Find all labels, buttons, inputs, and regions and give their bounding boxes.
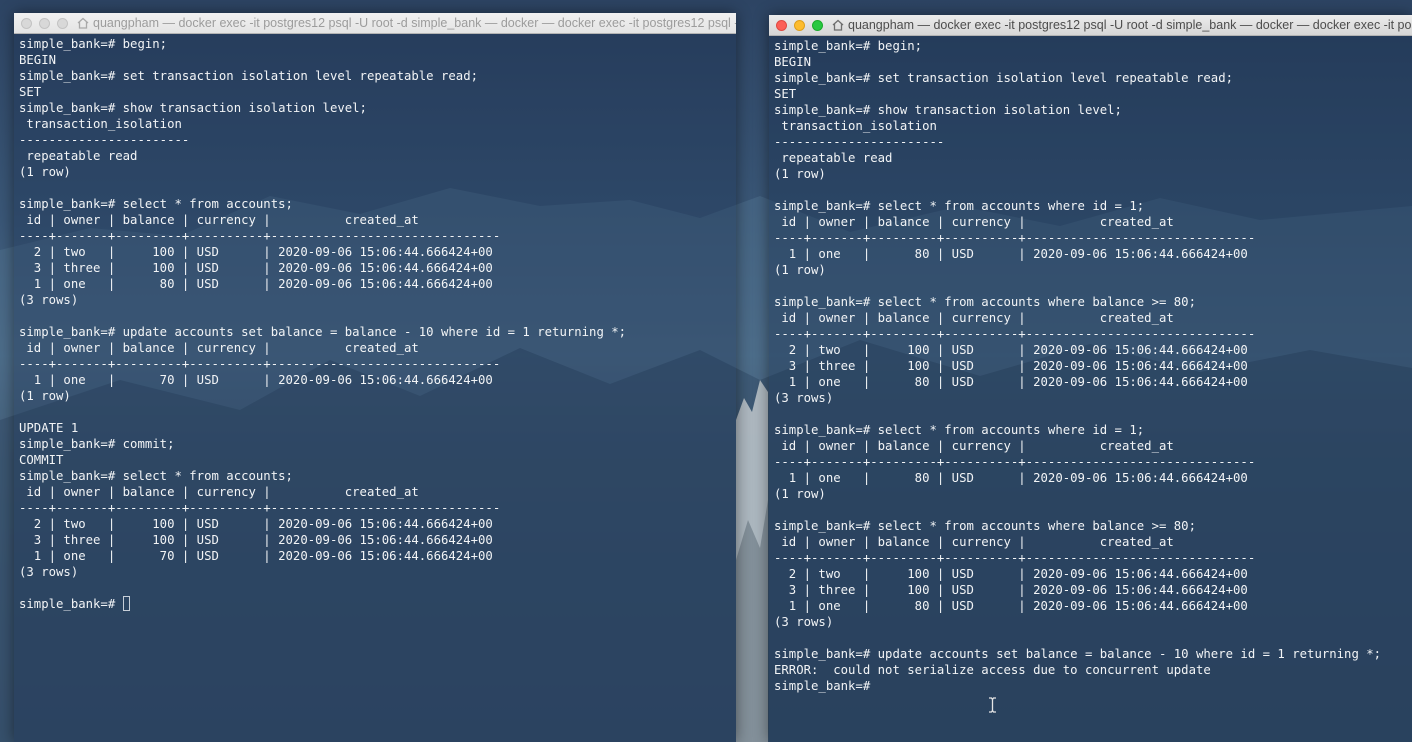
terminal-line: (1 row) [19, 389, 71, 403]
terminal-output[interactable]: simple_bank=# begin; BEGIN simple_bank=# s… [769, 36, 1412, 742]
left-terminal-window[interactable]: quangpham — docker exec -it postgres12 p… [14, 13, 736, 742]
terminal-line: 2 | two | 100 | USD | 2020-09-06 15:06:4… [774, 567, 1248, 581]
terminal-line: 1 | one | 80 | USD | 2020-09-06 15:06:44… [774, 471, 1248, 485]
terminal-line: repeatable read [774, 151, 893, 165]
terminal-line: simple_bank=# begin; [19, 37, 168, 51]
terminal-line: ----+-------+---------+----------+------… [19, 229, 501, 243]
terminal-line: simple_bank=# select * from accounts; [19, 469, 293, 483]
terminal-line: simple_bank=# show transaction isolation… [774, 103, 1122, 117]
terminal-line: simple_bank=# set transaction isolation … [774, 71, 1234, 85]
home-folder-icon [832, 19, 844, 31]
terminal-line: simple_bank=# update accounts set balanc… [774, 647, 1382, 661]
terminal-line: simple_bank=# select * from accounts whe… [774, 519, 1196, 533]
terminal-line: BEGIN [774, 55, 812, 69]
terminal-line: (1 row) [19, 165, 71, 179]
terminal-line: id | owner | balance | currency | create… [19, 213, 419, 227]
terminal-line: 2 | two | 100 | USD | 2020-09-06 15:06:4… [774, 343, 1248, 357]
terminal-line: SET [774, 87, 797, 101]
psql-prompt: simple_bank=# [774, 679, 878, 693]
terminal-line: transaction_isolation [19, 117, 182, 131]
close-button[interactable] [21, 17, 32, 29]
terminal-line: ----+-------+---------+----------+------… [19, 357, 501, 371]
text-cursor-ibeam-icon [988, 697, 997, 713]
terminal-line: 3 | three | 100 | USD | 2020-09-06 15:06… [19, 533, 493, 547]
terminal-line: 3 | three | 100 | USD | 2020-09-06 15:06… [19, 261, 493, 275]
terminal-line: 3 | three | 100 | USD | 2020-09-06 15:06… [774, 583, 1248, 597]
close-button[interactable] [776, 19, 787, 31]
terminal-line: ERROR: could not serialize access due to… [774, 663, 1211, 677]
terminal-line: id | owner | balance | currency | create… [774, 215, 1174, 229]
terminal-line: 1 | one | 70 | USD | 2020-09-06 15:06:44… [19, 373, 493, 387]
terminal-line: simple_bank=# begin; [774, 39, 923, 53]
zoom-button[interactable] [812, 19, 823, 31]
terminal-line: simple_bank=# select * from accounts whe… [774, 295, 1196, 309]
terminal-line: ----------------------- [19, 133, 190, 147]
terminal-line: id | owner | balance | currency | create… [19, 341, 419, 355]
terminal-line: 1 | one | 80 | USD | 2020-09-06 15:06:44… [774, 247, 1248, 261]
terminal-line: simple_bank=# update accounts set balanc… [19, 325, 627, 339]
terminal-line: ----+-------+---------+----------+------… [774, 231, 1256, 245]
terminal-line: id | owner | balance | currency | create… [19, 485, 419, 499]
right-terminal-window[interactable]: quangpham — docker exec -it postgres12 p… [769, 15, 1412, 742]
terminal-line: simple_bank=# commit; [19, 437, 175, 451]
window-title: quangpham — docker exec -it postgres12 p… [93, 16, 736, 30]
prompt-line[interactable]: simple_bank=# [774, 678, 1407, 694]
terminal-line: (1 row) [774, 487, 826, 501]
left-window-titlebar[interactable]: quangpham — docker exec -it postgres12 p… [14, 13, 736, 34]
window-title: quangpham — docker exec -it postgres12 p… [848, 18, 1412, 32]
terminal-line: ----------------------- [774, 135, 945, 149]
terminal-line: 1 | one | 80 | USD | 2020-09-06 15:06:44… [19, 277, 493, 291]
terminal-line: (1 row) [774, 167, 826, 181]
home-folder-icon [77, 17, 89, 29]
terminal-line: 1 | one | 80 | USD | 2020-09-06 15:06:44… [774, 599, 1248, 613]
terminal-line: ----+-------+---------+----------+------… [774, 455, 1256, 469]
terminal-line: 1 | one | 70 | USD | 2020-09-06 15:06:44… [19, 549, 493, 563]
terminal-line: ----+-------+---------+----------+------… [19, 501, 501, 515]
terminal-output[interactable]: simple_bank=# begin; BEGIN simple_bank=# s… [14, 34, 736, 742]
right-window-titlebar[interactable]: quangpham — docker exec -it postgres12 p… [769, 15, 1412, 36]
terminal-line: transaction_isolation [774, 119, 937, 133]
terminal-line: 1 | one | 80 | USD | 2020-09-06 15:06:44… [774, 375, 1248, 389]
terminal-line: 3 | three | 100 | USD | 2020-09-06 15:06… [774, 359, 1248, 373]
terminal-line: id | owner | balance | currency | create… [774, 535, 1174, 549]
terminal-line: ----+-------+---------+----------+------… [774, 327, 1256, 341]
minimize-button[interactable] [39, 17, 50, 29]
terminal-line: id | owner | balance | currency | create… [774, 311, 1174, 325]
prompt-line[interactable]: simple_bank=# [19, 596, 731, 612]
psql-prompt: simple_bank=# [19, 597, 123, 611]
terminal-line: simple_bank=# select * from accounts whe… [774, 199, 1145, 213]
terminal-line: id | owner | balance | currency | create… [774, 439, 1174, 453]
terminal-line: simple_bank=# set transaction isolation … [19, 69, 479, 83]
terminal-line: COMMIT [19, 453, 64, 467]
terminal-line: repeatable read [19, 149, 138, 163]
terminal-line: (3 rows) [19, 293, 79, 307]
terminal-line: simple_bank=# select * from accounts whe… [774, 423, 1145, 437]
terminal-line: simple_bank=# select * from accounts; [19, 197, 293, 211]
zoom-button[interactable] [57, 17, 68, 29]
minimize-button[interactable] [794, 19, 805, 31]
terminal-line: UPDATE 1 [19, 421, 79, 435]
terminal-line: ----+-------+---------+----------+------… [774, 551, 1256, 565]
terminal-line: BEGIN [19, 53, 57, 67]
terminal-line: (3 rows) [774, 391, 834, 405]
terminal-line: (3 rows) [19, 565, 79, 579]
terminal-line: 2 | two | 100 | USD | 2020-09-06 15:06:4… [19, 517, 493, 531]
right-window-controls [769, 19, 823, 31]
terminal-line: (1 row) [774, 263, 826, 277]
terminal-line: 2 | two | 100 | USD | 2020-09-06 15:06:4… [19, 245, 493, 259]
terminal-line: simple_bank=# show transaction isolation… [19, 101, 367, 115]
left-window-controls [14, 17, 68, 29]
block-cursor [122, 596, 130, 611]
terminal-line: (3 rows) [774, 615, 834, 629]
terminal-line: SET [19, 85, 42, 99]
